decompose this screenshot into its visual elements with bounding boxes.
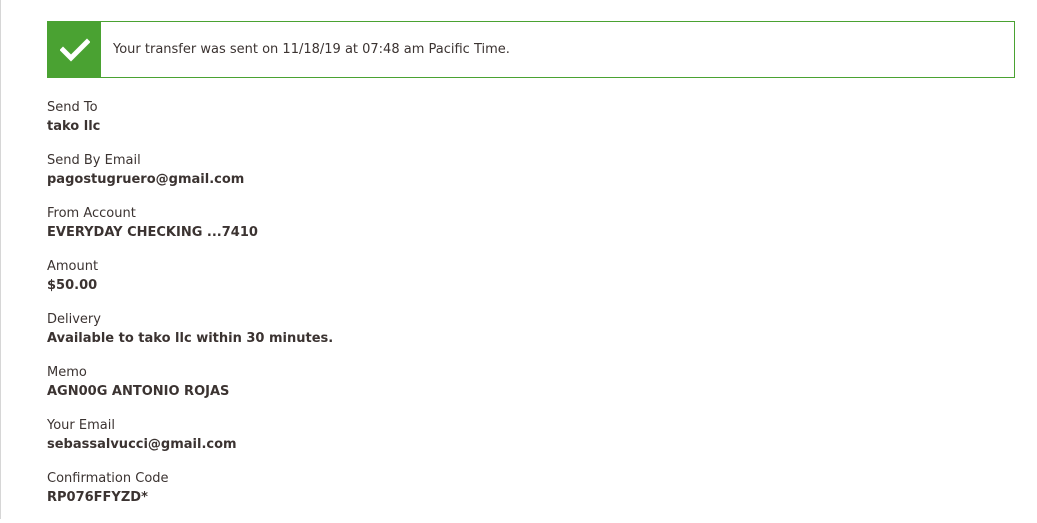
field-label: Memo — [47, 365, 87, 380]
field-label: Amount — [47, 259, 99, 274]
field-value: tako llc — [47, 119, 101, 134]
field-confirmation-code: Confirmation Code RP076FFYZD* — [47, 470, 947, 523]
field-delivery: Delivery Available to tako llc within 30… — [47, 311, 947, 364]
alert-message: Your transfer was sent on 11/18/19 at 07… — [113, 42, 510, 57]
field-value: sebassalvucci@gmail.com — [47, 437, 237, 452]
field-value: EVERYDAY CHECKING ...7410 — [47, 225, 258, 240]
field-send-to: Send To tako llc — [47, 99, 947, 152]
field-label: Send To — [47, 100, 98, 115]
field-memo: Memo AGN00G ANTONIO ROJAS — [47, 364, 947, 417]
field-value: pagostugruero@gmail.com — [47, 172, 245, 187]
transfer-success-alert: Your transfer was sent on 11/18/19 at 07… — [47, 21, 1015, 78]
field-value: Available to tako llc within 30 minutes. — [47, 331, 334, 346]
field-send-by-email: Send By Email pagostugruero@gmail.com — [47, 152, 947, 205]
field-value: AGN00G ANTONIO ROJAS — [47, 384, 230, 399]
field-label: Your Email — [47, 418, 115, 433]
field-amount: Amount $50.00 — [47, 258, 947, 311]
checkmark-icon — [59, 37, 90, 62]
field-label: Delivery — [47, 312, 101, 327]
field-value: RP076FFYZD* — [47, 490, 148, 505]
field-your-email: Your Email sebassalvucci@gmail.com — [47, 417, 947, 470]
page-left-border — [0, 0, 1, 519]
field-label: Confirmation Code — [47, 471, 169, 486]
transfer-details: Send To tako llc Send By Email pagostugr… — [47, 99, 947, 523]
field-from-account: From Account EVERYDAY CHECKING ...7410 — [47, 205, 947, 258]
field-value: $50.00 — [47, 278, 98, 293]
field-label: From Account — [47, 206, 136, 221]
field-label: Send By Email — [47, 153, 141, 168]
alert-icon-container — [48, 22, 101, 77]
